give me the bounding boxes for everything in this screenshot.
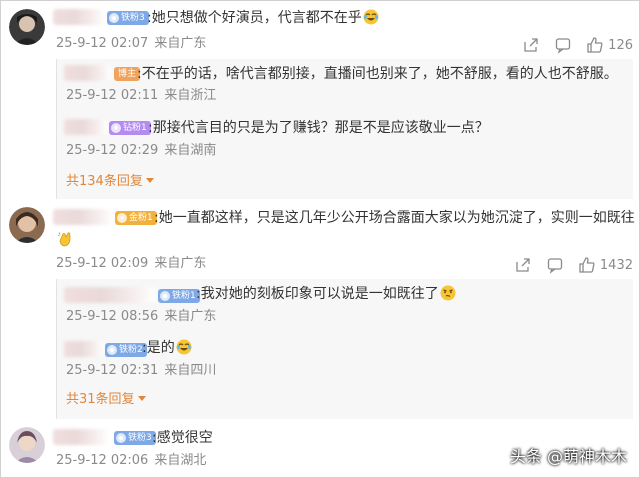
reply-text-content: :是的 (142, 340, 175, 356)
comment-date: 25-9-12 02:09 (56, 256, 149, 271)
smirk-emoji (440, 285, 456, 301)
reply-text: :那接代言目的只是为了赚钱？那是不是应该敬业一点？ (148, 120, 489, 136)
fan-badge: ◆ 铁粉1 (158, 289, 200, 303)
badge-label: 铁粉1 (172, 291, 196, 301)
username-blurred[interactable] (53, 429, 109, 445)
comment-text-content: :她只想做个好演员，代言都不在乎 (147, 10, 362, 26)
more-replies-link[interactable]: 共134条回复 (66, 173, 154, 191)
like-button[interactable]: 1432 (578, 256, 633, 274)
avatar[interactable] (9, 9, 45, 45)
laugh-cry-emoji (176, 339, 192, 355)
badge-icon: ★ (117, 213, 127, 223)
like-button[interactable]: 126 (586, 36, 633, 54)
more-replies-label: 共134条回复 (66, 174, 143, 189)
fan-badge: ★ 金粉1 (115, 211, 157, 225)
fan-badge: ♦ 钻粉1 (109, 121, 151, 135)
fan-badge: ◆ 铁粉3 (114, 431, 156, 445)
share-icon[interactable] (522, 36, 540, 54)
comment-actions: 1432 (514, 255, 633, 275)
username-blurred[interactable] (64, 287, 156, 303)
comment-icon[interactable] (554, 36, 572, 54)
laugh-cry-emoji (363, 9, 379, 25)
badge-icon: ◆ (109, 13, 119, 23)
more-replies-link[interactable]: 共31条回复 (66, 391, 146, 409)
reply-text-content: :我对她的刻板印象可以说是一如既往了 (196, 286, 439, 302)
reply-meta: 25-9-12 08:56 来自广东 (66, 308, 216, 326)
more-replies-label: 共31条回复 (66, 392, 135, 407)
reply-text: :不在乎的话，啥代言都别接，直播间也别来了，她不舒服，看的人也不舒服。 (137, 66, 618, 82)
comment-meta: 25-9-12 02:09 来自广东 (56, 255, 206, 273)
badge-icon: ◆ (107, 345, 117, 355)
badge-label: 铁粉2 (119, 345, 143, 355)
comment-icon[interactable] (546, 256, 564, 274)
badge-label: 铁粉3 (128, 433, 152, 443)
chevron-down-icon (145, 178, 154, 183)
username-blurred[interactable] (64, 65, 112, 81)
clapping-emoji (57, 232, 71, 247)
username-blurred[interactable] (53, 9, 105, 25)
avatar[interactable] (9, 427, 45, 463)
badge-icon: ◆ (116, 433, 126, 443)
reply-list: ◆ 铁粉1 :我对她的刻板印象可以说是一如既往了 25-9-12 08:56 来自广… (56, 279, 633, 419)
avatar[interactable] (9, 207, 45, 243)
comment-actions: 126 (522, 35, 633, 55)
like-count: 1432 (599, 257, 633, 273)
reply-date: 25-9-12 02:11 (66, 88, 159, 103)
comment-meta: 25-9-12 02:06 来自湖北 (56, 452, 206, 470)
badge-label: 博主 (118, 69, 137, 79)
badge-label: 钻粉1 (123, 123, 147, 133)
comment-text: :感觉很空 (152, 430, 213, 446)
comment-location: 来自广东 (154, 256, 207, 271)
like-count: 126 (608, 37, 633, 53)
like-icon (579, 257, 595, 273)
comment-location: 来自广东 (154, 36, 207, 51)
share-icon[interactable] (514, 256, 532, 274)
reply-divider (56, 59, 57, 199)
reply-location: 来自广东 (164, 309, 217, 324)
comment-meta: 25-9-12 02:07 来自广东 (56, 35, 206, 53)
chevron-down-icon (137, 396, 146, 401)
username-blurred[interactable] (64, 119, 108, 135)
reply-location: 来自四川 (164, 363, 217, 378)
badge-label: 铁粉3 (121, 13, 145, 23)
like-icon (587, 37, 603, 53)
reply-meta: 25-9-12 02:29 来自湖南 (66, 142, 216, 160)
comment-text: :她只想做个好演员，代言都不在乎 (147, 8, 379, 28)
comment-location: 来自湖北 (154, 453, 207, 468)
reply-date: 25-9-12 02:31 (66, 363, 159, 378)
reply-date: 25-9-12 08:56 (66, 309, 159, 324)
reply-text: :是的 (142, 338, 192, 358)
comment-date: 25-9-12 02:06 (56, 453, 149, 468)
badge-label: 金粉1 (129, 213, 153, 223)
reply-meta: 25-9-12 02:31 来自四川 (66, 362, 216, 380)
reply-list: 博主 :不在乎的话，啥代言都别接，直播间也别来了，她不舒服，看的人也不舒服。 2… (56, 59, 633, 199)
username-blurred[interactable] (53, 209, 113, 225)
reply-divider (56, 279, 57, 419)
watermark: 头条 @萌神木木 (509, 447, 627, 466)
comment-date: 25-9-12 02:07 (56, 36, 149, 51)
badge-icon: ♦ (111, 123, 121, 133)
reply-meta: 25-9-12 02:11 来自浙江 (66, 87, 216, 105)
comment-text: :她一直都这样，只是这几年少公开场合露面大家以为她沉淀了，实则一如既往 (154, 210, 635, 226)
fan-badge: ◆ 铁粉3 (107, 11, 149, 25)
reply-location: 来自浙江 (164, 88, 217, 103)
username-blurred[interactable] (64, 341, 104, 357)
reply-location: 来自湖南 (164, 143, 217, 158)
reply-text: :我对她的刻板印象可以说是一如既往了 (196, 284, 456, 304)
comment-section: ◆ 铁粉3 :她只想做个好演员，代言都不在乎 25-9-12 02:07 来自广东 … (0, 0, 640, 478)
badge-icon: ◆ (160, 291, 170, 301)
fan-badge: ◆ 铁粉2 (105, 343, 147, 357)
reply-date: 25-9-12 02:29 (66, 143, 159, 158)
